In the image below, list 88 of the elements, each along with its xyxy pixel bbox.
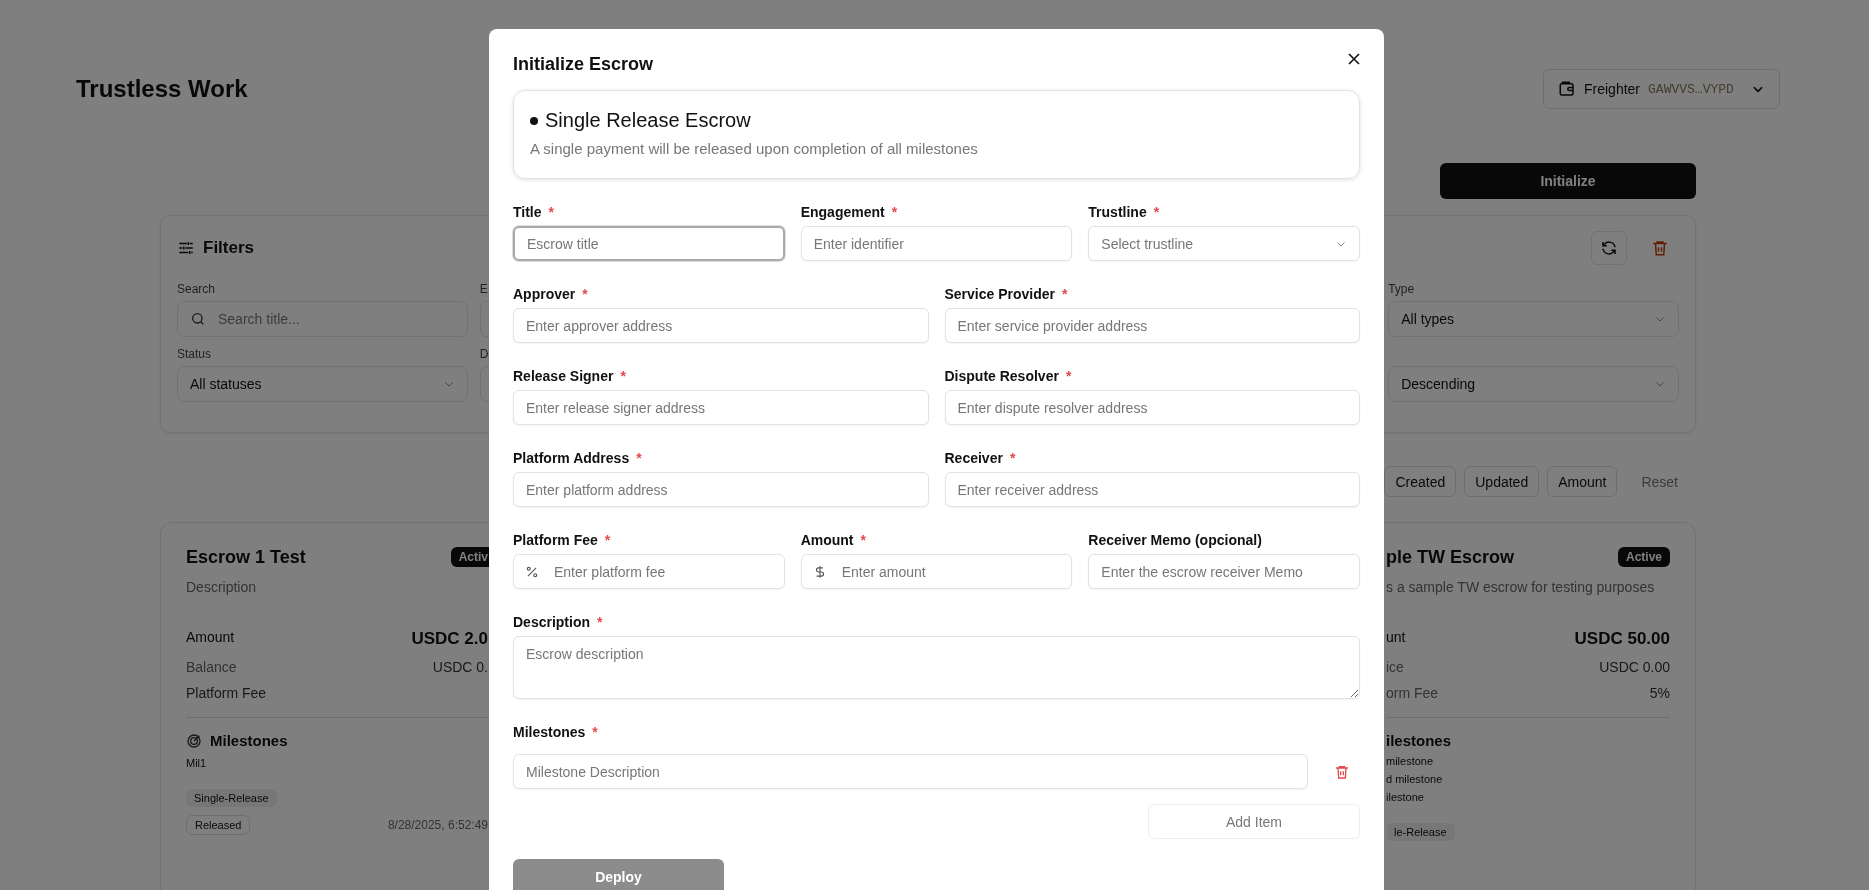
sort-button[interactable]: Amount [1547,466,1618,497]
field-label: Platform Address [513,449,630,466]
wallet-address: GAWVVS…VYPD [1648,81,1735,97]
input-field[interactable]: Escrow title [513,226,785,261]
trash-icon[interactable] [1651,239,1669,257]
field-label: Release Signer [513,367,614,384]
row-label: orm Fee [1386,685,1439,701]
filter-label: E [479,282,488,296]
required-mark: * [860,531,866,548]
row-label: Platform Fee [186,685,267,701]
select-field[interactable]: Descending [1388,366,1679,402]
required-mark: * [592,723,598,740]
tag: Released [186,815,251,835]
escrow-type-title: Single Release Escrow [545,109,751,132]
milestone-item: Mil1 [186,757,208,769]
row-label: ice [1386,659,1404,675]
field-label: Dispute Resolver [944,367,1059,384]
app-title: Trustless Work [76,75,248,103]
escrow-description: s a sample TW escrow for testing purposes [1386,579,1656,595]
field-label: Milestones [513,723,586,740]
required-mark: * [1062,285,1068,302]
wallet-button[interactable]: Freighter GAWVVS…VYPD [1543,69,1780,109]
required-mark: * [891,203,898,220]
search-icon [190,311,206,327]
required-mark: * [604,531,611,548]
field-label: Service Provider [944,285,1055,302]
field-label: Amount [800,531,854,548]
field-label: Receiver [944,449,1003,466]
field-label: Title [513,203,542,220]
row-label: unt [1386,629,1406,647]
milestone-item: d milestone [1386,773,1444,785]
row-value: USDC 0.00 [1599,659,1670,675]
required-mark: * [582,285,588,302]
row-label: Amount [186,629,235,647]
text-area[interactable]: Escrow description [513,636,1360,699]
row-value: USDC 0. [432,659,488,675]
required-mark: * [548,203,554,220]
filter-label: D [479,347,489,361]
refresh-button[interactable] [1591,231,1627,265]
search-field[interactable]: Search title... [177,301,468,337]
field-label: Trustline [1088,203,1147,220]
milestone-item: ilestone [1386,791,1425,803]
wallet-icon [1558,80,1576,98]
row-value: USDC 2.0 [411,629,488,649]
date-text: 8/28/2025, 6:52:49 [387,818,488,832]
sort-button[interactable]: Updated [1464,466,1540,497]
field-label: Description [513,613,590,630]
required-mark: * [1009,449,1016,466]
sort-button[interactable]: Created [1384,466,1457,497]
required-mark: * [1065,367,1072,384]
filter-label: Search [177,282,216,296]
required-mark: * [1153,203,1160,220]
row-value: 5% [1649,685,1670,701]
tag: le-Release [1386,823,1455,841]
add-item-button[interactable]: Add Item [1148,804,1360,839]
milestones-title: Milestones [210,732,288,749]
required-mark: * [620,367,626,384]
required-mark: * [636,449,642,466]
search-input[interactable]: Search title... [216,310,455,328]
escrow-title: ple TW Escrow [1386,546,1515,568]
trustline-select[interactable]: Select trustline [1088,226,1360,261]
milestone-item: milestone [1386,755,1435,767]
initialize-button[interactable]: Initialize [1440,163,1696,199]
field-label: Receiver Memo (opcional) [1088,531,1262,548]
escrow-title: Escrow 1 Test [186,546,306,568]
reset-button[interactable]: Reset [1635,472,1684,491]
wallet-name: Freighter [1584,81,1641,97]
milestones-title: ilestones [1386,732,1452,749]
filter-label: Type [1388,282,1415,296]
status-badge: Active [1617,547,1670,567]
required-mark: * [597,613,603,630]
modal-title: Initialize Escrow [513,54,654,75]
escrow-description: Description [186,579,258,595]
filters-title: Filters [203,238,255,258]
escrow-type-description: A single payment will be released upon completion of all milestones [530,140,979,157]
row-label: Balance [186,659,237,675]
filter-label: Status [177,347,212,361]
trash-icon[interactable] [1334,763,1350,780]
refresh-icon [1600,239,1618,257]
tag: Single-Release [186,789,277,807]
row-value: USDC 50.00 [1574,629,1670,649]
select-field[interactable]: All types [1388,301,1679,337]
bullet-icon [530,116,538,125]
field-label: Platform Fee [513,531,598,548]
field-label: Approver [513,285,576,302]
select-field[interactable]: All statuses [177,366,468,402]
field-label: Engagement [800,203,885,220]
sliders-icon [177,239,195,257]
